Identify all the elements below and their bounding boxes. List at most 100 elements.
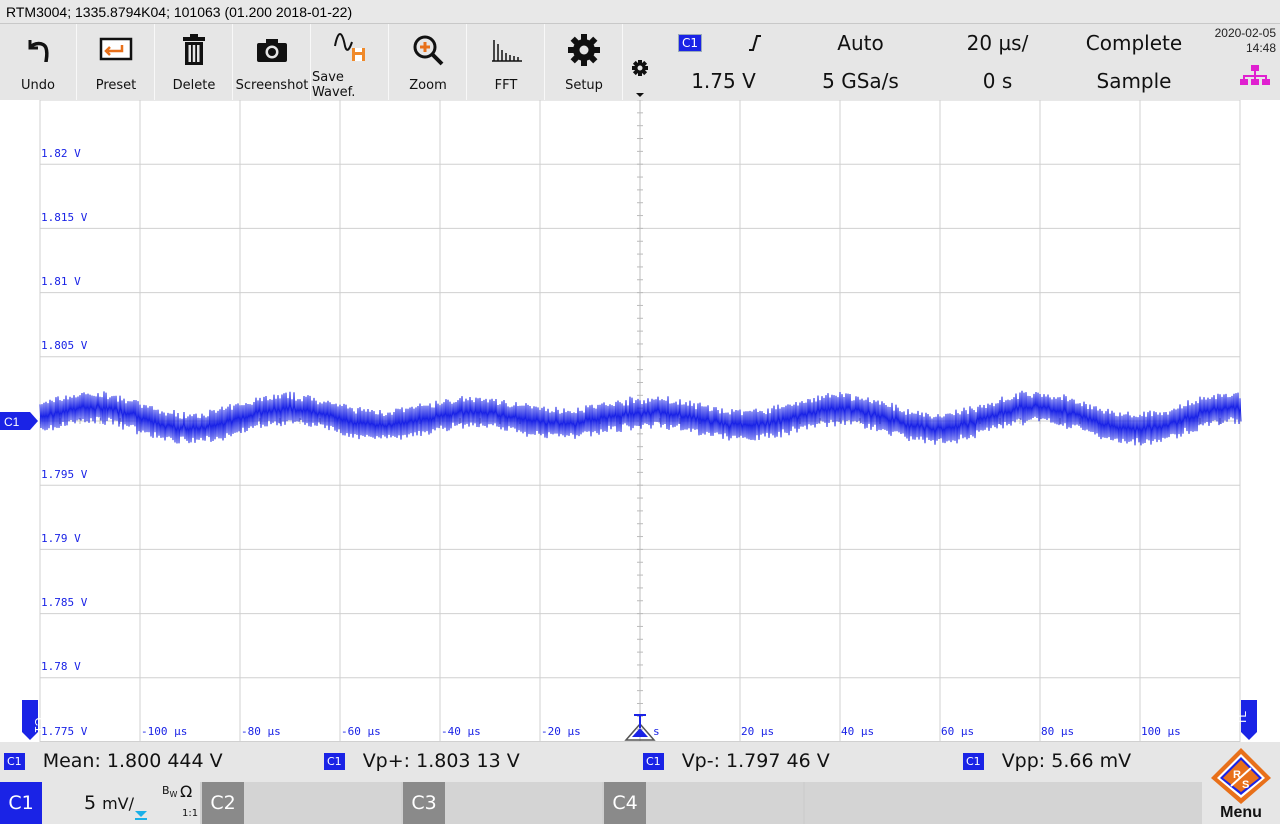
save-waveform-label: Save Wavef. [312,70,356,100]
datetime-panel: 2020-02-05 14:48 [1204,24,1280,100]
acq-state-cell[interactable]: Complete [1066,24,1202,61]
measurement-value: Vp-: 1.797 46 V [681,750,830,772]
x-axis-label: 100 µs [1141,725,1181,738]
fft-label: FFT [494,78,518,93]
fft-button[interactable]: FFT [468,24,545,100]
y-axis-label: 1.78 V [41,660,81,673]
network-icon [1240,65,1270,85]
y-axis-label: 1.82 V [41,147,81,160]
preset-icon [99,37,133,61]
measurement-source-tag: C1 [324,752,345,770]
channel-c2-button[interactable]: C2 [202,782,244,824]
probe-ratio: 1:1 [182,808,199,819]
channel-offset-marker[interactable]: C1 [0,412,38,430]
measurement-value: Vp+: 1.803 13 V [362,750,520,772]
rising-edge-icon [749,34,761,51]
time-scale-cell[interactable]: 20 µs/ [930,24,1065,61]
channel-bar: C1 5 mV/ BW Ω 1:1 C2 C3 C4 [0,782,1280,824]
time-text: 14:48 [1245,41,1276,55]
delete-button[interactable]: Delete [156,24,233,100]
channel-c3-button[interactable]: C3 [403,782,445,824]
measurement-mean[interactable]: C1 Mean: 1.800 444 V [4,750,223,772]
gear-icon [568,34,600,66]
bandwidth-subscript: W [169,790,178,800]
y-axis-label: 1.81 V [41,275,81,288]
measurement-source-tag: C1 [4,752,25,770]
time-scale: 20 µs/ [966,30,1029,55]
quick-settings-button[interactable] [626,24,654,100]
setup-button[interactable]: Setup [546,24,623,100]
trash-icon [183,34,205,65]
channel-c3-label: C3 [411,792,437,814]
small-gear-icon [632,60,648,76]
screenshot-button[interactable]: Screenshot [234,24,311,100]
x-axis-label: 80 µs [1041,725,1074,738]
menu-button[interactable]: R S Menu [1202,742,1280,824]
trigger-source-tag: C1 [678,33,703,52]
undo-button[interactable]: Undo [0,24,77,100]
save-waveform-icon [334,33,365,61]
channel-marker-label: C1 [4,415,20,429]
camera-icon [257,39,287,62]
x-axis-label: -60 µs [341,725,381,738]
acq-state: Complete [1085,30,1183,55]
measurement-source-tag: C1 [643,752,664,770]
x-axis-label: -100 µs [141,725,187,738]
fft-icon [492,40,522,62]
trigger-source-cell[interactable]: C1 [656,24,718,61]
channel-c1-button[interactable]: C1 [0,782,42,824]
svg-text:R: R [1233,769,1241,781]
trigger-level-cell[interactable]: 1.75 V [656,62,791,100]
trigger-level: 1.75 V [691,69,756,93]
coupling-dc-icon [135,811,147,820]
channel-bar-empty [805,782,1202,824]
channel-c1-label: C1 [8,792,34,814]
measurement-source-tag: C1 [963,752,984,770]
sample-rate: 5 GSa/s [822,69,899,93]
channel-c2-scale[interactable] [244,782,401,824]
x-axis-label: -40 µs [441,725,481,738]
y-axis-label: 1.785 V [41,596,88,609]
x-axis-label: 20 µs [741,725,774,738]
measurement-vpp[interactable]: C1 Vpp: 5.66 mV [963,750,1131,772]
svg-text:S: S [1242,779,1249,791]
y-axis-label: 1.79 V [41,532,81,545]
setup-label: Setup [565,78,603,93]
trigger-slope-cell[interactable] [719,24,791,61]
date-text: 2020-02-05 [1214,26,1276,40]
menu-label: Menu [1220,804,1262,821]
save-waveform-button[interactable]: Save Wavef. [312,24,389,100]
y-axis-label: 1.815 V [41,211,88,224]
acq-mode: Sample [1096,69,1172,93]
measurement-vp-plus[interactable]: C1 Vp+: 1.803 13 V [324,750,520,772]
channel-c1-scale[interactable]: 5 mV/ BW Ω 1:1 [42,782,200,824]
y-axis-label: 1.805 V [41,339,88,352]
undo-icon [28,40,49,63]
y-axis-label: 1.775 V [41,725,88,738]
trigger-mode: Auto [837,30,884,55]
window-title: RTM3004; 1335.8794K04; 101063 (01.200 20… [6,4,353,20]
trigger-mode-cell[interactable]: Auto [792,24,929,61]
screenshot-label: Screenshot [235,78,309,93]
sample-rate-cell[interactable]: 5 GSa/s [792,62,929,100]
channel-c4-button[interactable]: C4 [604,782,646,824]
acq-mode-cell[interactable]: Sample [1066,62,1202,100]
measurement-vp-minus[interactable]: C1 Vp-: 1.797 46 V [643,750,830,772]
zoom-label: Zoom [409,78,447,93]
bandwidth-indicator: BW [162,784,177,799]
channel-c4-scale[interactable] [646,782,803,824]
channel-c3-scale[interactable] [445,782,602,824]
x-axis-label: s [653,725,660,738]
x-axis-label: 60 µs [941,725,974,738]
time-offset-cell[interactable]: 0 s [930,62,1065,100]
measurement-bar: C1 Mean: 1.800 444 V C1 Vp+: 1.803 13 V … [0,742,1280,782]
x-axis-label: 40 µs [841,725,874,738]
c1-scale-unit: mV/ [102,793,135,813]
x-axis-label: -80 µs [241,725,281,738]
waveform-display[interactable]: 1.82 V 1.815 V 1.81 V 1.805 V 1.795 V 1.79 V 1… [0,100,1280,742]
title-bar: RTM3004; 1335.8794K04; 101063 (01.200 20… [0,0,1280,24]
y-axis-label: 1.795 V [41,468,88,481]
preset-button[interactable]: Preset [78,24,155,100]
c1-scale-value: 5 [84,792,97,814]
zoom-button[interactable]: Zoom [390,24,467,100]
